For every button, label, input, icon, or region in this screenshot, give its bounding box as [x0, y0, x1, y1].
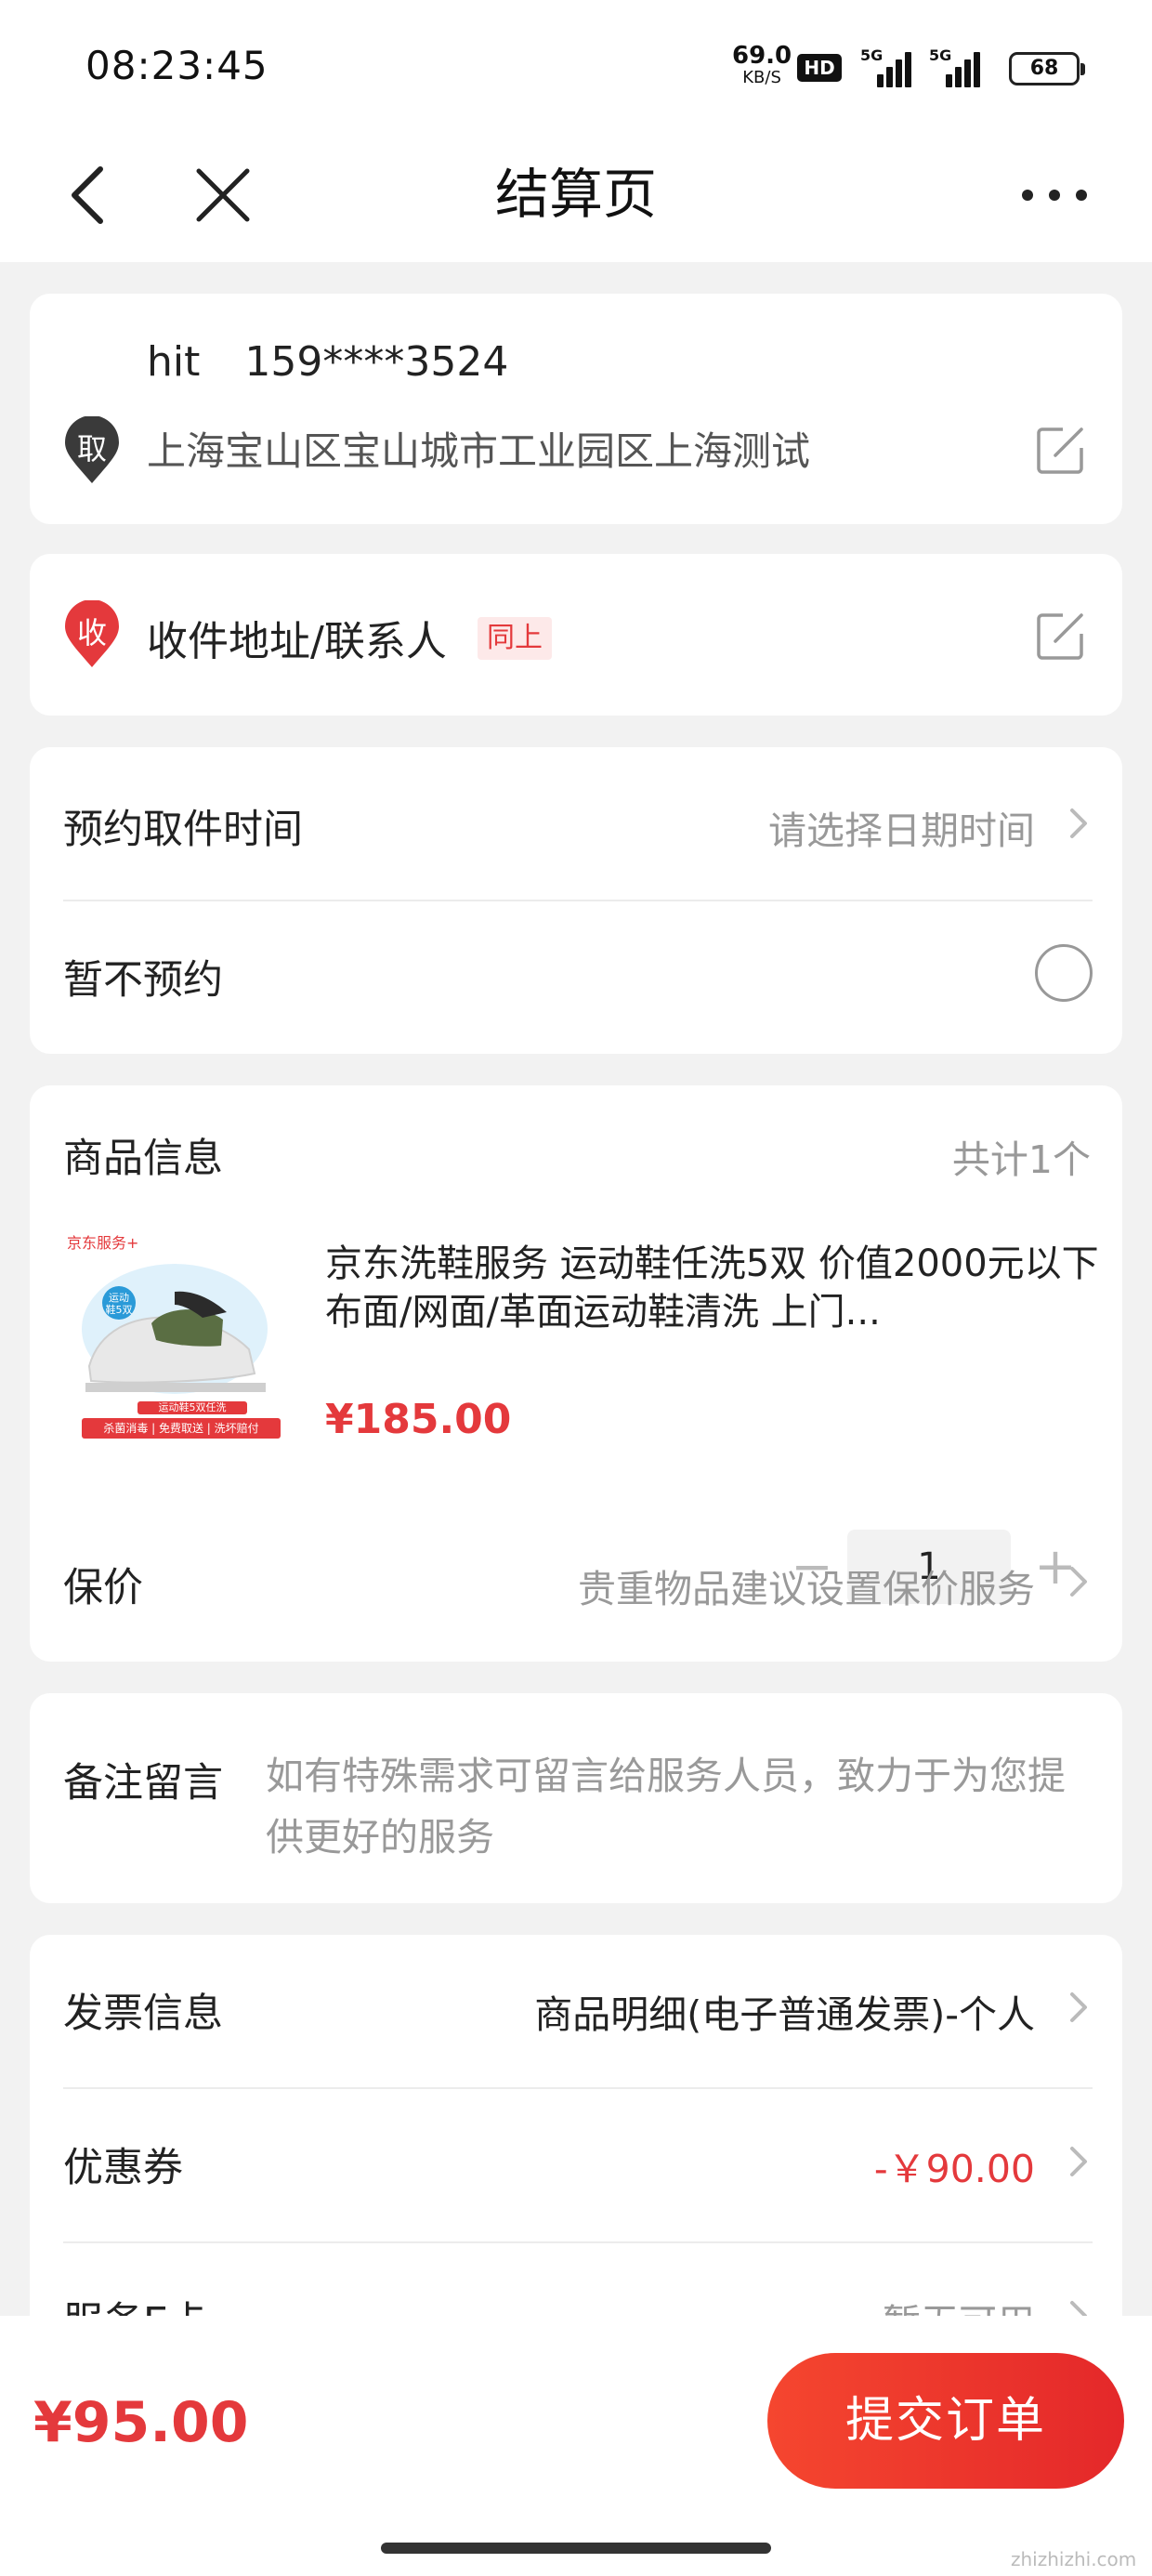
same-as-above-tag: 同上 — [478, 617, 552, 660]
product-section-label: 商品信息 — [63, 1136, 223, 1182]
edit-icon[interactable] — [1035, 610, 1087, 662]
coupon-row[interactable]: 优惠券 -￥90.00 — [30, 2089, 1122, 2241]
chevron-right-icon — [1070, 2147, 1087, 2176]
pickup-badge-label: 取 — [76, 431, 107, 467]
product-image[interactable]: 京东服务+ 运动鞋5双 运动鞋5双任洗 杀菌消毒 | 免费取送 | 洗坏赔付 — [63, 1227, 286, 1450]
network-speed-value: 69.0 — [732, 42, 792, 70]
watermark: zhizhizhi.com — [1011, 2548, 1137, 2570]
battery-icon: 68 — [1009, 52, 1085, 85]
delivery-badge-icon: 收 — [63, 599, 121, 669]
no-appointment-row[interactable]: 暂不预约 — [30, 901, 1122, 1054]
submit-order-button[interactable]: 提交订单 — [767, 2353, 1124, 2489]
no-appointment-label: 暂不预约 — [63, 957, 223, 1004]
network-speed: 69.0 KB/S — [732, 42, 792, 89]
pickup-badge-icon: 取 — [63, 415, 121, 485]
product-count: 共计1个 — [951, 1137, 1091, 1182]
chevron-right-icon — [1070, 1567, 1087, 1597]
product-image-banner: 杀菌消毒 | 免费取送 | 洗坏赔付 — [103, 1422, 259, 1435]
page-title: 结算页 — [494, 163, 657, 226]
signal-icon-sim2: 5G — [929, 46, 981, 87]
schedule-time-label: 预约取件时间 — [63, 807, 303, 853]
hd-voice-icon: HD — [797, 54, 842, 82]
schedule-card: 预约取件时间 请选择日期时间 暂不预约 — [30, 747, 1122, 1054]
network-speed-unit: KB/S — [742, 68, 781, 87]
invoice-row[interactable]: 发票信息 商品明细(电子普通发票)-个人 — [30, 1935, 1122, 2087]
status-bar: 08:23:45 69.0 KB/S HD 5G 5G 68 — [0, 0, 1152, 130]
chevron-right-icon — [1070, 1992, 1087, 2022]
nav-bar: 结算页 — [0, 130, 1152, 262]
sim2-network-label: 5G — [929, 46, 952, 64]
delivery-badge-label: 收 — [76, 615, 107, 651]
checkout-bar: ¥95.00 提交订单 zhizhizhi.com — [0, 2316, 1152, 2576]
delivery-label: 收件地址/联系人 — [147, 618, 447, 665]
pickup-contact: hit 159****3524 — [147, 338, 508, 386]
pickup-phone: 159****3524 — [244, 338, 509, 386]
product-price: ¥185.00 — [325, 1396, 512, 1443]
remark-input[interactable]: 如有特殊需求可留言给服务人员，致力于为您提供更好的服务 — [266, 1745, 1102, 1868]
pickup-address-card[interactable]: hit 159****3524 取 上海宝山区宝山城市工业园区上海测试 — [30, 294, 1122, 524]
schedule-time-placeholder: 请选择日期时间 — [768, 808, 1035, 853]
more-button[interactable] — [1013, 172, 1096, 218]
insurance-label: 保价 — [63, 1565, 143, 1611]
coupon-label: 优惠券 — [63, 2145, 183, 2191]
invoice-card: 发票信息 商品明细(电子普通发票)-个人 优惠券 -￥90.00 服务E卡 暂无… — [30, 1935, 1122, 2362]
home-indicator[interactable] — [381, 2543, 771, 2554]
coupon-value: -￥90.00 — [873, 2147, 1035, 2191]
more-horizontal-icon — [1022, 190, 1087, 201]
invoice-label: 发票信息 — [63, 1991, 223, 2037]
no-appointment-radio[interactable] — [1035, 944, 1093, 1002]
product-image-caption: 运动鞋5双任洗 — [158, 1401, 227, 1413]
signal-icon-sim1: 5G — [860, 46, 912, 87]
chevron-right-icon — [1070, 808, 1087, 838]
pickup-address: 上海宝山区宝山城市工业园区上海测试 — [147, 428, 811, 474]
sim1-network-label: 5G — [860, 46, 884, 64]
delivery-address-card[interactable]: 收 收件地址/联系人 同上 — [30, 554, 1122, 716]
insurance-value: 贵重物品建议设置保价服务 — [578, 1567, 1035, 1611]
product-title[interactable]: 京东洗鞋服务 运动鞋任洗5双 价值2000元以下布面/网面/革面运动鞋清洗 上门… — [325, 1240, 1104, 1342]
remark-card: 备注留言 如有特殊需求可留言给服务人员，致力于为您提供更好的服务 — [30, 1693, 1122, 1903]
product-card: 商品信息 共计1个 京东服务+ 运动鞋5双 运动鞋5双任洗 杀菌消毒 | 免费取… — [30, 1085, 1122, 1662]
pickup-name: hit — [147, 338, 201, 386]
product-image-brand: 京东服务+ — [67, 1234, 139, 1252]
order-total: ¥95.00 — [33, 2390, 249, 2455]
schedule-time-row[interactable]: 预约取件时间 请选择日期时间 — [30, 747, 1122, 900]
product-image-tag: 运动鞋5双 — [105, 1292, 133, 1316]
insurance-row[interactable]: 保价 贵重物品建议设置保价服务 — [30, 1509, 1122, 1662]
clock: 08:23:45 — [85, 43, 268, 88]
invoice-value: 商品明细(电子普通发票)-个人 — [534, 1992, 1035, 2037]
edit-icon[interactable] — [1035, 424, 1087, 476]
remark-label: 备注留言 — [63, 1760, 223, 1807]
